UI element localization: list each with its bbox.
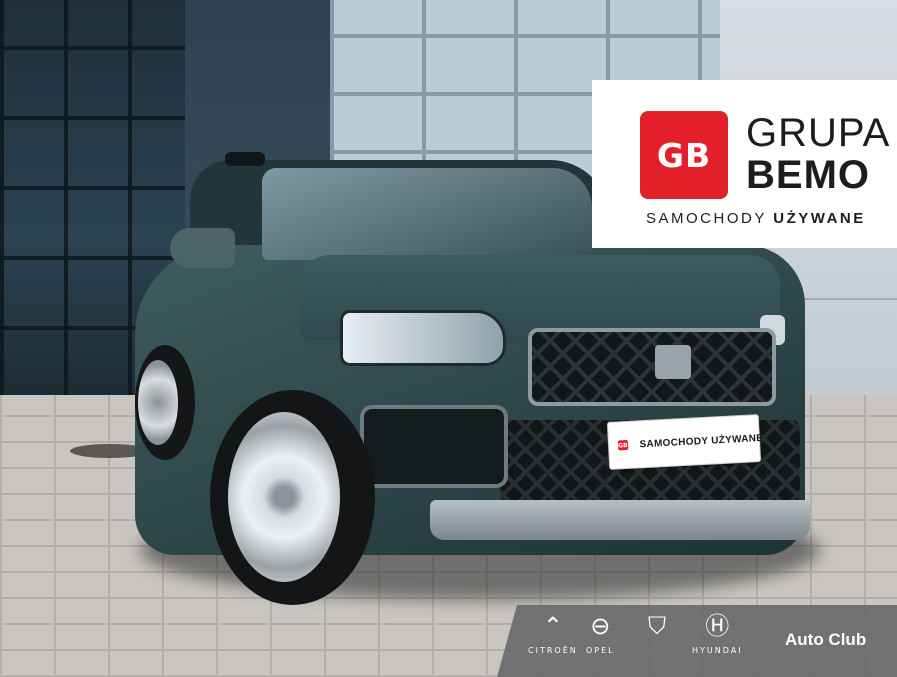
hyundai-h-icon: Ⓗ bbox=[705, 612, 730, 640]
front-grille bbox=[528, 328, 776, 406]
car-listing-photo: GB SAMOCHODY UŻYWANE GB GRUPA BEMO SAMOC… bbox=[0, 0, 897, 677]
rear-wheel bbox=[138, 360, 178, 445]
logo-line-grupa: GRUPA bbox=[746, 111, 891, 155]
citroen-chevrons-icon: ⌃ bbox=[542, 612, 563, 640]
brand-peugeot: ⛉ bbox=[648, 612, 666, 646]
peugeot-lion-icon: ⛉ bbox=[648, 612, 666, 640]
gb-logo-icon: GB bbox=[617, 439, 628, 451]
auto-club-label: Auto Club bbox=[785, 630, 867, 649]
plate-text: SAMOCHODY UŻYWANE bbox=[639, 432, 764, 450]
gb-logo-icon: GB bbox=[640, 111, 728, 199]
opel-lightning-icon: ⊖ bbox=[590, 612, 611, 640]
skid-plate bbox=[430, 500, 810, 540]
front-wheel-rim bbox=[228, 412, 340, 582]
brand-citroen: ⌃ CITROËN bbox=[528, 612, 578, 655]
side-mirror bbox=[170, 228, 235, 268]
logo-tagline: SAMOCHODY UŻYWANE bbox=[646, 210, 866, 227]
logo-line-bemo: BEMO bbox=[746, 153, 870, 197]
seat-badge-icon bbox=[655, 345, 691, 379]
fog-light bbox=[360, 405, 508, 488]
brand-hyundai: Ⓗ HYUNDAI bbox=[692, 612, 743, 655]
windshield bbox=[262, 168, 592, 260]
grupa-bemo-logo: GB GRUPA BEMO SAMOCHODY UŻYWANE bbox=[592, 80, 897, 248]
brand-opel: ⊖ OPEL bbox=[586, 612, 615, 655]
headlight bbox=[340, 310, 506, 366]
license-plate: GB SAMOCHODY UŻYWANE bbox=[606, 414, 764, 470]
